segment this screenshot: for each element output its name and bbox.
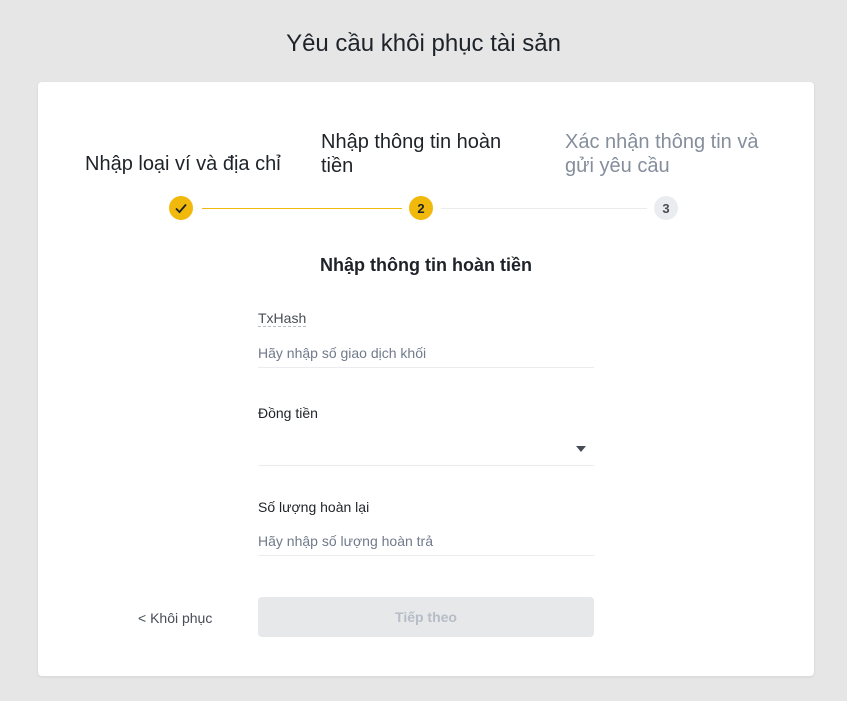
coin-field: Đồng tiền bbox=[258, 404, 594, 466]
amount-input[interactable] bbox=[258, 526, 594, 556]
coin-label: Đồng tiền bbox=[258, 405, 318, 421]
form-title: Nhập thông tin hoàn tiền bbox=[320, 255, 532, 275]
next-button[interactable]: Tiếp theo bbox=[258, 597, 594, 637]
step-connector-2 bbox=[441, 208, 647, 209]
step-connector-1 bbox=[202, 208, 402, 209]
step-3-marker: 3 bbox=[654, 196, 678, 220]
amount-label: Số lượng hoàn lại bbox=[258, 499, 370, 515]
step-1-complete-icon bbox=[169, 196, 193, 220]
checkmark-icon bbox=[175, 203, 187, 214]
page-title: Yêu cầu khôi phục tài sản bbox=[286, 30, 561, 57]
txhash-label[interactable]: TxHash bbox=[258, 310, 307, 327]
amount-field: Số lượng hoàn lại bbox=[258, 498, 594, 556]
step-2-label: Nhập thông tin hoàn tiền bbox=[321, 131, 502, 177]
txhash-field: TxHash bbox=[258, 310, 594, 368]
coin-select[interactable] bbox=[258, 436, 594, 466]
txhash-input[interactable] bbox=[258, 338, 594, 368]
recovery-card: Nhập loại ví và địa chỉ Nhập thông tin h… bbox=[38, 82, 814, 676]
back-link[interactable]: < Khôi phục bbox=[138, 610, 212, 626]
step-2-marker: 2 bbox=[409, 196, 433, 220]
step-3-label: Xác nhận thông tin và gửi yêu cầu bbox=[565, 131, 759, 177]
caret-down-icon bbox=[576, 446, 586, 452]
step-1-label: Nhập loại ví và địa chỉ bbox=[85, 153, 281, 175]
